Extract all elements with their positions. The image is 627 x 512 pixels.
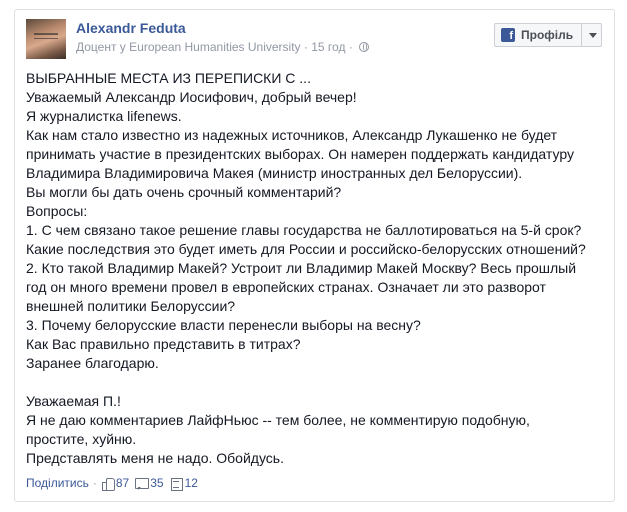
post-line: Уважаемая П.! (26, 393, 121, 409)
post-line: Владимира Владимировича Макея (министр и… (26, 165, 523, 181)
likes-count-link[interactable]: 87 (101, 476, 130, 491)
avatar-image (34, 33, 58, 39)
profile-button-divider (581, 24, 582, 46)
post-body: ВЫБРАННЫЕ МЕСТА ИЗ ПЕРЕПИСКИ С ... Уважа… (26, 69, 606, 487)
post-line: Вы могли бы дать очень срочный комментар… (26, 184, 342, 200)
profile-button-label: Профіль (521, 28, 574, 42)
shares-count: 12 (184, 476, 198, 490)
post-footer: Поділитись · 87 35 12 (26, 474, 204, 492)
comment-icon (135, 477, 150, 490)
post-line: Представлять меня не надо. Обойдусь. (26, 450, 284, 466)
comments-count: 35 (150, 476, 164, 490)
post-paragraph: ВЫБРАННЫЕ МЕСТА ИЗ ПЕРЕПИСКИ С ... Уважа… (26, 69, 606, 373)
post-line: Уважаемый Александр Иосифович, добрый ве… (26, 89, 357, 105)
shares-count-link[interactable]: 12 (170, 476, 198, 491)
meta-separator: · (303, 40, 308, 54)
like-icon (101, 477, 115, 491)
meta-separator: · (348, 40, 353, 54)
globe-icon[interactable] (359, 42, 370, 52)
post-line: 2. Кто такой Владимир Макей? Устроит ли … (26, 260, 577, 276)
post-line: 1. С чем связано такое решение главы гос… (26, 222, 582, 238)
post-line: 3. Почему белорусские власти перенесли в… (26, 317, 421, 333)
post-line: Какие последствия это будет иметь для Ро… (26, 241, 586, 257)
organization-link[interactable]: European Humanities University (129, 40, 300, 54)
comments-count-link[interactable]: 35 (135, 476, 164, 490)
post-line: простите, хуйню. (26, 431, 137, 447)
author-title-prefix: Доцент у (76, 40, 130, 54)
facebook-icon: f (501, 28, 515, 42)
post-line: Как нам стало известно из надежных источ… (26, 127, 558, 143)
author-avatar[interactable] (26, 19, 66, 59)
post-meta: Доцент у European Humanities University … (76, 40, 370, 54)
likes-count: 87 (115, 476, 130, 490)
post-line: Вопросы: (26, 203, 88, 219)
post-timestamp[interactable]: 15 год (311, 40, 345, 54)
post-line: Я не даю комментариев ЛайфНьюс -- тем бо… (26, 412, 530, 428)
post-line: Заранее благодарю. (26, 355, 159, 371)
post-line: внешней политики Белоруссии? (26, 298, 236, 314)
profile-button[interactable]: f Профіль (494, 23, 602, 47)
post-line: ВЫБРАННЫЕ МЕСТА ИЗ ПЕРЕПИСКИ С ... (26, 70, 311, 86)
post-line: Я журналистка lifenews. (26, 108, 182, 124)
facebook-post-card: Alexandr Feduta Доцент у European Humani… (14, 9, 615, 502)
post-line: принимать участие в президентских выбора… (26, 146, 574, 162)
share-link[interactable]: Поділитись (26, 476, 89, 490)
share-icon (170, 477, 183, 491)
post-paragraph: Уважаемая П.! Я не даю комментариев Лайф… (26, 392, 606, 468)
footer-separator: · (92, 476, 97, 490)
post-line: Как Вас правильно представить в титрах? (26, 336, 301, 352)
author-name[interactable]: Alexandr Feduta (76, 20, 186, 36)
post-line: год он много времени провел в европейски… (26, 279, 546, 295)
chevron-down-icon[interactable] (589, 33, 597, 38)
